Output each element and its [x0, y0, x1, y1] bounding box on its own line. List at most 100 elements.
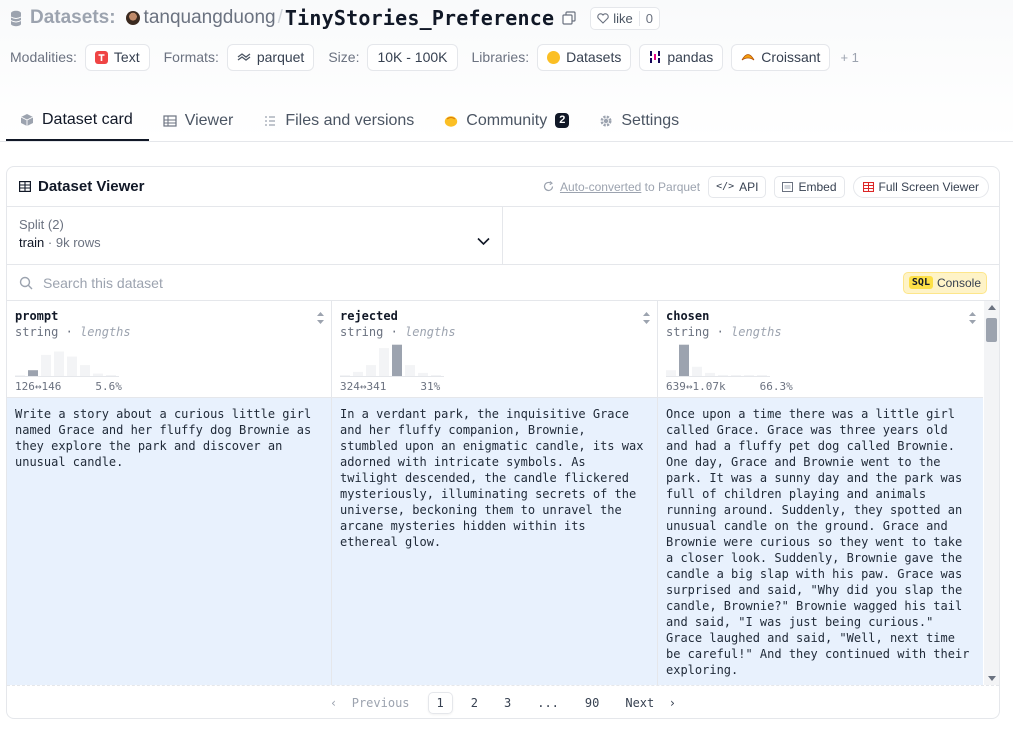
gear-icon: [600, 115, 612, 126]
owner-link[interactable]: tanquangduong: [144, 7, 276, 29]
histogram-bar[interactable]: [679, 344, 689, 377]
like-count[interactable]: 0: [638, 10, 659, 26]
tab-label: Community: [466, 111, 548, 129]
column-type: string · lengths: [666, 325, 782, 339]
sql-console-label: Console: [936, 275, 981, 290]
page-2[interactable]: 2: [463, 692, 486, 714]
scroll-down-arrow[interactable]: [988, 676, 996, 681]
split-selector[interactable]: Split (2) train · 9k rows: [7, 207, 503, 264]
column-name: prompt: [15, 309, 59, 323]
search-input[interactable]: Search this dataset: [43, 275, 163, 291]
table-icon: [19, 181, 31, 192]
scroll-thumb[interactable]: [986, 318, 997, 342]
page-3[interactable]: 3: [496, 692, 519, 714]
auto-converted-note: Auto-converted to Parquet: [543, 180, 700, 194]
tab-dataset-card[interactable]: Dataset card: [6, 100, 149, 141]
cube-icon: [20, 113, 34, 126]
histogram-bar[interactable]: [366, 365, 376, 377]
split-label: Split (2): [19, 217, 64, 232]
format-chip-parquet[interactable]: parquet: [226, 43, 315, 71]
modality-label: Text: [113, 49, 140, 65]
sort-icon[interactable]: [968, 311, 977, 325]
library-chip-datasets[interactable]: Datasets: [537, 43, 632, 71]
histogram-bar[interactable]: [28, 370, 38, 377]
size-chip[interactable]: 10K - 100K: [367, 43, 458, 71]
type-label: string: [15, 325, 59, 339]
histogram-bar[interactable]: [405, 365, 415, 377]
embed-button[interactable]: Embed: [774, 175, 845, 198]
api-button[interactable]: </> API: [708, 175, 767, 198]
hf-smiley-icon: [547, 50, 561, 64]
sort-icon[interactable]: [642, 311, 651, 325]
length-histogram[interactable]: [340, 341, 640, 377]
split-row: Split (2) train · 9k rows: [7, 207, 999, 265]
dataset-viewer-card: Dataset Viewer Auto-converted to Parquet…: [6, 166, 1000, 719]
histogram-label: 639↔1.07k 66.3%: [666, 380, 966, 393]
tab-label: Files and versions: [285, 111, 415, 129]
histogram-bar[interactable]: [379, 348, 389, 377]
page-90[interactable]: 90: [577, 692, 607, 714]
repo-name[interactable]: TinyStories_Preference: [285, 6, 554, 30]
type-sub: lengths: [731, 325, 782, 339]
community-count-badge: 2: [555, 113, 570, 128]
owner-avatar[interactable]: [125, 11, 140, 25]
dataset-icon: [10, 10, 22, 26]
type-sub: lengths: [405, 325, 456, 339]
previous-page-button[interactable]: ‹ Previous: [322, 692, 417, 714]
code-icon: </>: [716, 181, 735, 192]
column-rejected: rejected string · lengths 324↔341 31% In …: [332, 301, 658, 685]
table-cell[interactable]: Write a story about a curious little gir…: [7, 398, 331, 685]
sort-icon[interactable]: [316, 311, 325, 325]
page-ellipsis: ...: [537, 695, 559, 710]
table-cell[interactable]: In a verdant park, the inquisitive Grace…: [332, 398, 657, 685]
column-name: chosen: [666, 309, 710, 323]
size-label: 10K - 100K: [377, 49, 448, 65]
more-libraries[interactable]: + 1: [840, 50, 858, 65]
tab-settings[interactable]: Settings: [585, 100, 695, 141]
histogram-bar[interactable]: [392, 344, 402, 377]
modality-chip-text[interactable]: Text: [84, 43, 150, 71]
tab-viewer[interactable]: Viewer: [149, 100, 250, 141]
histogram-bar[interactable]: [692, 366, 702, 377]
type-sub: lengths: [80, 325, 131, 339]
modalities-key: Modalities:: [10, 49, 77, 65]
tab-label: Settings: [621, 111, 680, 129]
vertical-scrollbar[interactable]: [984, 301, 999, 685]
title-row: Datasets: tanquangduong / TinyStories_Pr…: [10, 4, 660, 32]
length-histogram[interactable]: [15, 341, 315, 377]
histogram-bar[interactable]: [54, 351, 64, 378]
next-page-button[interactable]: Next ›: [617, 692, 684, 714]
full-screen-viewer-button[interactable]: Full Screen Viewer: [852, 175, 989, 198]
histogram-label: 324↔341 31%: [340, 380, 640, 393]
column-header: prompt string · lengths 126↔146 5.6%: [7, 301, 331, 398]
api-label: API: [739, 179, 759, 194]
column-chosen: chosen string · lengths 639↔1.07k 66.3% O…: [658, 301, 983, 685]
like-button[interactable]: like 0: [590, 6, 660, 30]
hist-range: 324↔341: [340, 380, 387, 393]
histogram-bar[interactable]: [67, 356, 77, 377]
histogram-bar[interactable]: [41, 354, 51, 377]
tab-files-and-versions[interactable]: Files and versions: [249, 100, 430, 141]
viewer-header: Dataset Viewer Auto-converted to Parquet…: [7, 167, 999, 207]
search-icon: [19, 276, 33, 289]
files-icon: [265, 115, 276, 126]
pagination: ‹ Previous 1 2 3 ... 90 Next ›: [7, 685, 999, 718]
datasets-crumb[interactable]: Datasets:: [30, 7, 116, 29]
formats-key: Formats:: [163, 49, 219, 65]
table-cell[interactable]: Once upon a time there was a little girl…: [658, 398, 983, 685]
library-chip-pandas[interactable]: pandas: [639, 43, 724, 71]
histogram-bar[interactable]: [80, 365, 90, 377]
text-modality-icon: [94, 50, 108, 64]
library-chip-croissant[interactable]: Croissant: [731, 43, 831, 71]
auto-converted-link[interactable]: Auto-converted: [560, 180, 641, 194]
like-label: like: [613, 10, 633, 26]
length-histogram[interactable]: [666, 341, 966, 377]
sql-console-button[interactable]: SQL Console: [902, 271, 987, 294]
library-label: Croissant: [761, 49, 821, 65]
tab-community[interactable]: Community 2: [430, 100, 585, 141]
column-header: chosen string · lengths 639↔1.07k 66.3%: [658, 301, 983, 398]
histogram-bar[interactable]: [666, 370, 676, 377]
page-1[interactable]: 1: [427, 691, 453, 714]
copy-icon[interactable]: [562, 11, 576, 25]
scroll-up-arrow[interactable]: [988, 305, 996, 310]
